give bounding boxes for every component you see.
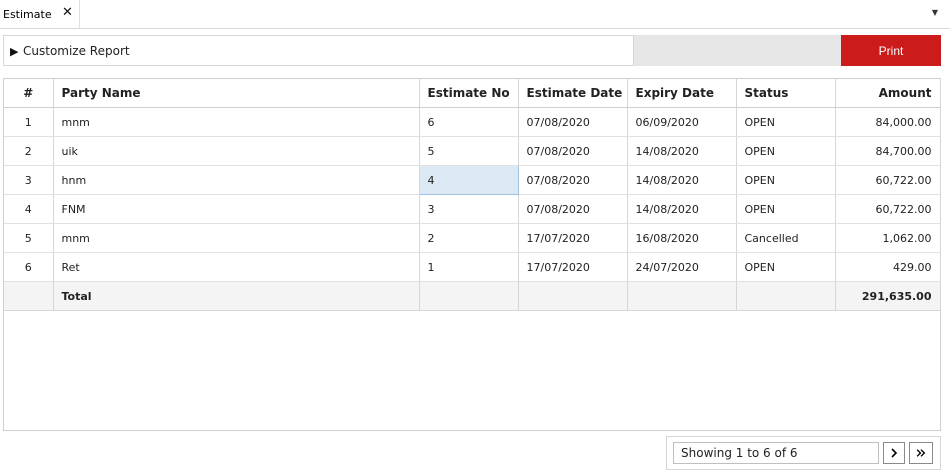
last-page-button[interactable]	[909, 442, 933, 464]
expiry-date-cell[interactable]: 14/08/2020	[627, 194, 737, 224]
tab-estimate[interactable]: Estimate ✕	[0, 0, 80, 28]
tab-label: Estimate	[3, 8, 52, 21]
status-cell[interactable]: Cancelled	[736, 223, 836, 253]
total-number-cell	[4, 281, 54, 311]
table-row[interactable]: 1 mnm 6 07/08/2020 06/09/2020 OPEN 84,00…	[4, 107, 941, 137]
table-row[interactable]: 4 FNM 3 07/08/2020 14/08/2020 OPEN 60,72…	[4, 194, 941, 224]
estimate-date-cell[interactable]: 07/08/2020	[518, 194, 628, 224]
estimate-no-cell[interactable]: 5	[419, 136, 519, 166]
total-row: Total 291,635.00	[4, 281, 941, 311]
total-empty-cell	[518, 281, 628, 311]
estimate-no-cell[interactable]: 2	[419, 223, 519, 253]
row-number: 1	[4, 107, 54, 137]
estimate-date-cell[interactable]: 07/08/2020	[518, 165, 628, 195]
total-label: Total	[53, 281, 420, 311]
status-cell[interactable]: OPEN	[736, 136, 836, 166]
estimate-grid: # Party Name Estimate No Estimate Date E…	[3, 78, 941, 431]
table-row[interactable]: 6 Ret 1 17/07/2020 24/07/2020 OPEN 429.0…	[4, 252, 941, 282]
column-header-status[interactable]: Status	[736, 79, 836, 108]
estimate-no-cell[interactable]: 3	[419, 194, 519, 224]
expiry-date-cell[interactable]: 14/08/2020	[627, 165, 737, 195]
expiry-date-cell[interactable]: 06/09/2020	[627, 107, 737, 137]
amount-cell[interactable]: 429.00	[835, 252, 941, 282]
amount-cell[interactable]: 84,000.00	[835, 107, 941, 137]
status-cell[interactable]: OPEN	[736, 107, 836, 137]
total-amount: 291,635.00	[835, 281, 941, 311]
amount-cell[interactable]: 60,722.00	[835, 165, 941, 195]
status-cell[interactable]: OPEN	[736, 252, 836, 282]
table-row[interactable]: 5 mnm 2 17/07/2020 16/08/2020 Cancelled …	[4, 223, 941, 253]
estimate-date-cell[interactable]: 07/08/2020	[518, 107, 628, 137]
party-name-cell[interactable]: FNM	[53, 194, 420, 224]
total-empty-cell	[736, 281, 836, 311]
estimate-date-cell[interactable]: 17/07/2020	[518, 252, 628, 282]
amount-cell[interactable]: 1,062.00	[835, 223, 941, 253]
estimate-table: # Party Name Estimate No Estimate Date E…	[4, 79, 941, 311]
row-number: 6	[4, 252, 54, 282]
row-number: 2	[4, 136, 54, 166]
party-name-cell[interactable]: hnm	[53, 165, 420, 195]
party-name-cell[interactable]: Ret	[53, 252, 420, 282]
row-number: 3	[4, 165, 54, 195]
expiry-date-cell[interactable]: 14/08/2020	[627, 136, 737, 166]
party-name-cell[interactable]: mnm	[53, 107, 420, 137]
amount-cell[interactable]: 60,722.00	[835, 194, 941, 224]
estimate-no-cell[interactable]: 6	[419, 107, 519, 137]
table-row[interactable]: 3 hnm 4 07/08/2020 14/08/2020 OPEN 60,72…	[4, 165, 941, 195]
status-cell[interactable]: OPEN	[736, 165, 836, 195]
toolbar-spacer	[634, 35, 841, 66]
estimate-no-cell-selected[interactable]: 4	[418, 165, 519, 195]
pager: Showing 1 to 6 of 6	[666, 436, 941, 470]
estimate-date-cell[interactable]: 17/07/2020	[518, 223, 628, 253]
estimate-date-cell[interactable]: 07/08/2020	[518, 136, 628, 166]
party-name-cell[interactable]: mnm	[53, 223, 420, 253]
chevron-right-icon	[891, 448, 898, 458]
amount-cell[interactable]: 84,700.00	[835, 136, 941, 166]
tab-list-dropdown-icon[interactable]: ▼	[932, 8, 938, 17]
expiry-date-cell[interactable]: 16/08/2020	[627, 223, 737, 253]
total-empty-cell	[627, 281, 737, 311]
next-page-button[interactable]	[883, 442, 905, 464]
estimate-no-cell[interactable]: 1	[419, 252, 519, 282]
pager-status: Showing 1 to 6 of 6	[673, 442, 879, 464]
close-icon[interactable]: ✕	[62, 6, 73, 19]
print-button[interactable]: Print	[841, 35, 941, 66]
expand-arrow-icon: ▶	[10, 45, 19, 58]
total-empty-cell	[419, 281, 519, 311]
column-header-estimate-no[interactable]: Estimate No	[419, 79, 519, 108]
table-row[interactable]: 2 uik 5 07/08/2020 14/08/2020 OPEN 84,70…	[4, 136, 941, 166]
column-header-estimate-date[interactable]: Estimate Date	[518, 79, 628, 108]
expiry-date-cell[interactable]: 24/07/2020	[627, 252, 737, 282]
party-name-cell[interactable]: uik	[53, 136, 420, 166]
status-cell[interactable]: OPEN	[736, 194, 836, 224]
column-header-number[interactable]: #	[4, 79, 54, 108]
table-header-row: # Party Name Estimate No Estimate Date E…	[4, 79, 941, 108]
double-chevron-right-icon	[916, 449, 926, 457]
column-header-expiry-date[interactable]: Expiry Date	[627, 79, 737, 108]
row-number: 4	[4, 194, 54, 224]
tab-bar: Estimate ✕ ▼	[0, 0, 950, 29]
row-number: 5	[4, 223, 54, 253]
customize-report-toggle[interactable]: ▶ Customize Report	[3, 35, 634, 66]
column-header-amount[interactable]: Amount	[835, 79, 941, 108]
column-header-party-name[interactable]: Party Name	[53, 79, 420, 108]
customize-report-label: Customize Report	[23, 44, 130, 58]
